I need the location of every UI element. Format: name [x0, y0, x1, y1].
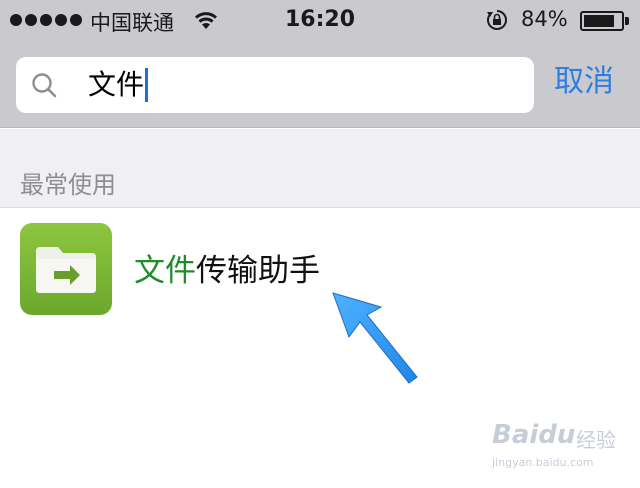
file-transfer-folder-icon: [20, 223, 112, 315]
annotation-arrow-icon: [332, 292, 418, 384]
result-title-highlight: 文件: [134, 253, 196, 289]
result-title: 文件传输助手: [134, 253, 320, 289]
search-input[interactable]: 文件: [16, 57, 534, 113]
watermark: Baidu 经验 jingyan.baidu.com: [492, 420, 632, 480]
watermark-logo: Baidu: [492, 420, 576, 450]
battery-tip: [625, 17, 629, 25]
watermark-logo-cn: 经验: [576, 428, 616, 452]
watermark-url: jingyan.baidu.com: [492, 456, 594, 469]
search-query-text: 文件: [88, 68, 145, 101]
section-header: 最常使用: [0, 129, 640, 208]
search-icon: [32, 73, 57, 98]
battery-percent: 84%: [521, 7, 568, 31]
battery-icon: [580, 11, 624, 31]
cancel-button[interactable]: 取消: [554, 62, 614, 102]
status-bar: 中国联通 16:20 84%: [0, 0, 640, 42]
search-result-item[interactable]: 文件传输助手: [0, 208, 640, 330]
text-caret: [145, 68, 148, 102]
result-title-rest: 传输助手: [196, 253, 320, 289]
section-title: 最常使用: [20, 171, 116, 199]
rotation-lock-icon: [487, 10, 507, 30]
search-header: 文件 取消: [0, 42, 640, 128]
